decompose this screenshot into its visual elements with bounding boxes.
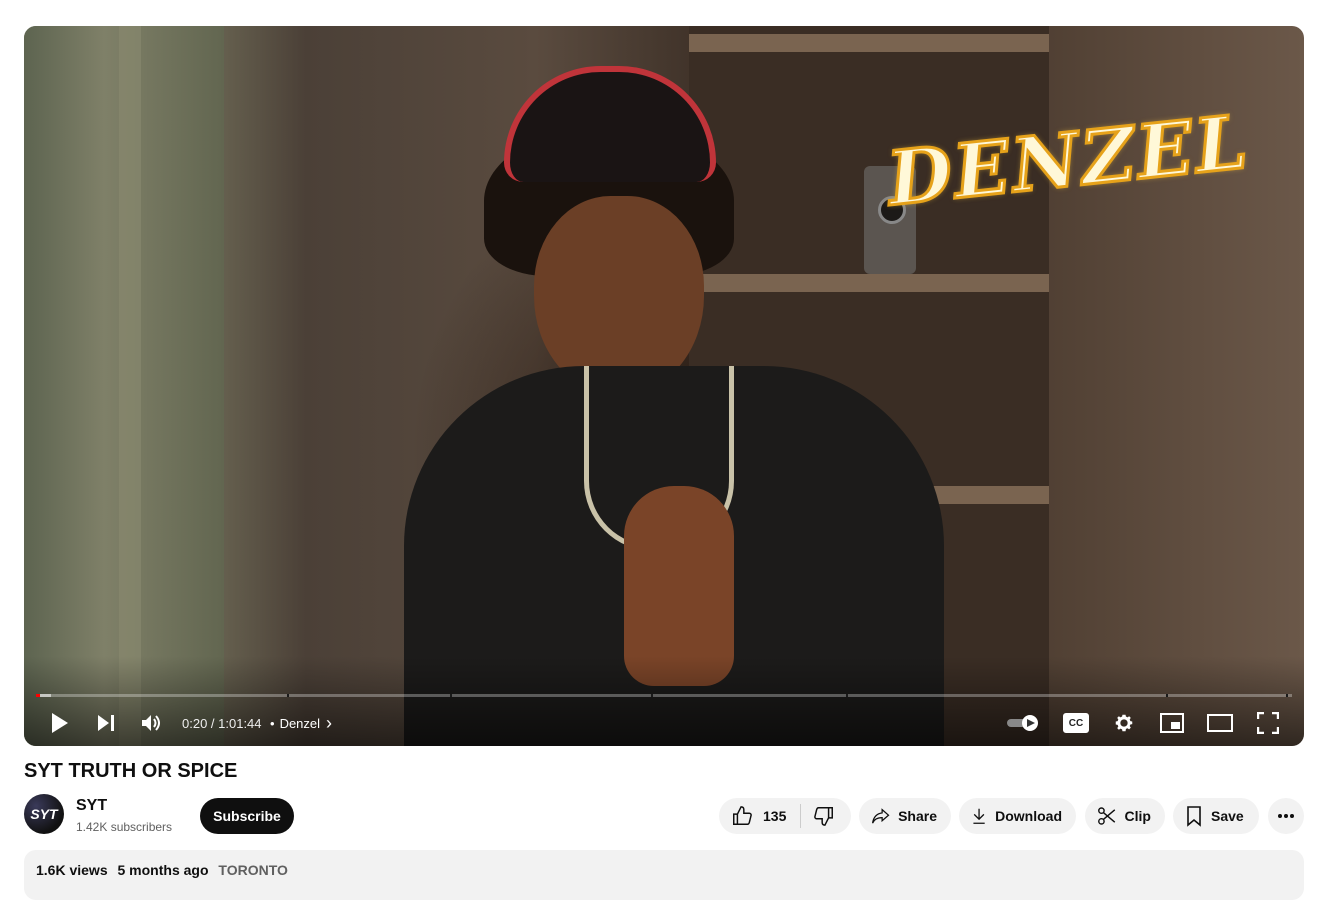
more-actions-button[interactable] <box>1268 798 1304 834</box>
description-meta: 1.6K views 5 months ago TORONTO <box>36 862 294 878</box>
video-frame-shelf <box>689 34 1049 52</box>
scissors-icon <box>1098 807 1116 825</box>
save-button[interactable]: Save <box>1173 798 1259 834</box>
channel-name-link[interactable]: SYT <box>76 797 107 815</box>
theater-mode-icon <box>1207 714 1233 732</box>
video-frame-door <box>119 26 141 746</box>
clip-button[interactable]: Clip <box>1085 798 1165 834</box>
play-icon <box>52 713 68 733</box>
video-player[interactable]: DENZEL 0:20 / 1:01:44 • Denzel › CC <box>24 26 1304 746</box>
share-button[interactable]: Share <box>859 798 951 834</box>
miniplayer-button[interactable] <box>1154 700 1190 746</box>
captions-icon: CC <box>1063 713 1089 733</box>
fullscreen-icon <box>1257 712 1279 734</box>
fullscreen-button[interactable] <box>1250 700 1286 746</box>
captions-button[interactable]: CC <box>1058 700 1094 746</box>
next-button[interactable] <box>88 700 124 746</box>
time-display: 0:20 / 1:01:44 <box>182 715 262 731</box>
chapter-gap <box>287 694 289 697</box>
progress-bar[interactable] <box>36 694 1292 697</box>
more-horizontal-icon <box>1278 814 1294 818</box>
chevron-right-icon: › <box>326 712 333 733</box>
upload-age: 5 months ago <box>117 862 209 878</box>
chapter-title-button[interactable]: • Denzel › <box>270 700 332 746</box>
autoplay-toggle-icon <box>1007 715 1038 731</box>
like-dislike-group: 135 <box>719 798 851 834</box>
progress-played <box>36 694 40 697</box>
dislike-button[interactable] <box>801 798 835 834</box>
download-button[interactable]: Download <box>959 798 1076 834</box>
chapter-gap <box>450 694 452 697</box>
view-count: 1.6K views <box>36 862 108 878</box>
next-icon <box>98 715 114 731</box>
chapter-separator: • <box>270 715 275 731</box>
description-box[interactable]: 1.6K views 5 months ago TORONTO <box>24 850 1304 900</box>
download-label: Download <box>995 808 1062 824</box>
like-count: 135 <box>763 808 787 824</box>
like-button[interactable]: 135 <box>719 798 802 834</box>
volume-icon <box>142 715 160 731</box>
chapter-gap <box>846 694 848 697</box>
theater-mode-button[interactable] <box>1202 700 1238 746</box>
play-button[interactable] <box>42 700 78 746</box>
gear-icon <box>1115 714 1133 732</box>
subscribe-button[interactable]: Subscribe <box>200 798 294 834</box>
avatar-text: SYT <box>30 806 58 822</box>
thumbs-down-icon <box>814 807 834 826</box>
settings-button[interactable] <box>1106 700 1142 746</box>
location-tag[interactable]: TORONTO <box>218 862 288 878</box>
chapter-gap <box>651 694 653 697</box>
subscriber-count: 1.42K subscribers <box>76 820 173 834</box>
save-label: Save <box>1211 808 1244 824</box>
share-label: Share <box>898 808 937 824</box>
miniplayer-icon <box>1160 713 1184 733</box>
video-frame-person <box>384 66 944 746</box>
share-icon <box>871 808 890 824</box>
video-title: SYT TRUTH OR SPICE <box>24 760 238 782</box>
chapter-gap <box>1166 694 1168 697</box>
player-controls: 0:20 / 1:01:44 • Denzel › CC <box>24 700 1304 746</box>
clip-label: Clip <box>1124 808 1151 824</box>
person-cap <box>504 66 716 182</box>
volume-button[interactable] <box>134 700 170 746</box>
chapter-gap <box>1286 694 1288 697</box>
captions-icon-label: CC <box>1068 717 1084 729</box>
chapter-label: Denzel <box>279 715 321 731</box>
download-icon <box>973 808 985 824</box>
autoplay-toggle[interactable] <box>1004 700 1044 746</box>
bookmark-icon <box>1187 806 1201 827</box>
avatar[interactable]: SYT <box>24 794 64 834</box>
thumbs-up-icon <box>733 806 752 825</box>
